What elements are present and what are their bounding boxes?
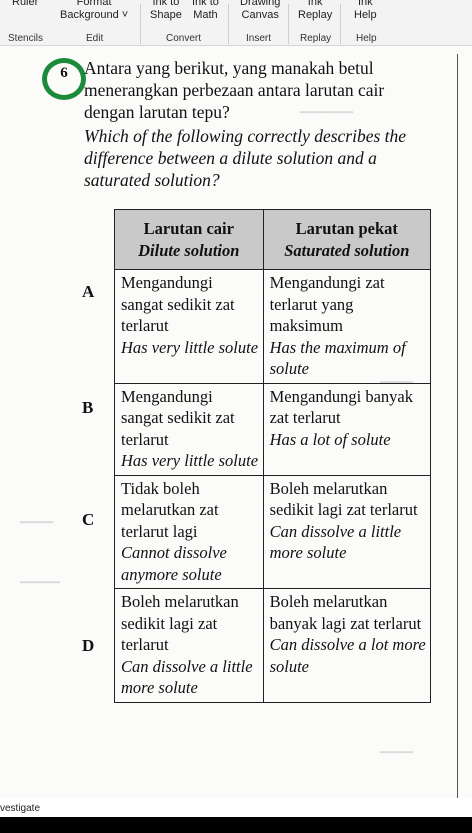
option-a-saturated: Mengandungi zat terlarut yang maksimum H…: [262, 269, 432, 384]
option-c-dilute: Tidak boleh melarutkan zat terlarut lagi…: [114, 474, 264, 589]
option-letter-d[interactable]: D: [82, 636, 94, 656]
question-number: 6: [42, 58, 86, 100]
drawing-canvas-button[interactable]: Drawing Canvas: [240, 0, 280, 22]
options-table: Larutan cair Dilute solution Larutan pek…: [114, 209, 432, 703]
ribbon-group-labels: Stencils Edit Convert Insert Replay Help: [0, 30, 472, 46]
group-stencils: Stencils: [8, 33, 44, 44]
option-letter-c[interactable]: C: [82, 510, 94, 530]
ribbon-toolbar: Ruler Format Background ˅ Ink to Shape I…: [0, 0, 472, 46]
table-row: Mengandungi sangat sedikit zat terlarut …: [114, 382, 432, 476]
cell-text-ms: Mengandungi banyak zat terlarut: [269, 386, 414, 428]
investigate-tooltip: vestigate: [0, 803, 41, 814]
option-a-dilute: Mengandungi sangat sedikit zat terlarut …: [114, 269, 264, 384]
group-convert: Convert: [166, 33, 202, 44]
question-text-malay: Antara yang berikut, yang manakah betul …: [84, 58, 385, 122]
format-background-button[interactable]: Format Background ˅: [60, 0, 128, 22]
cell-text-en: Has very little solute: [121, 451, 259, 470]
drawing-canvas-label-2: Canvas: [241, 9, 279, 21]
header-dilute-solution: Larutan cair Dilute solution: [114, 209, 264, 270]
option-letter-b[interactable]: B: [82, 398, 93, 418]
cell-text-en: Has very little solute: [121, 337, 259, 357]
cell-text-ms: Boleh melarutkan sedikit lagi zat terlar…: [269, 478, 418, 520]
option-d-saturated: Boleh melarutkan banyak lagi zat terlaru…: [262, 588, 432, 703]
group-edit: Edit: [86, 33, 104, 44]
option-d-dilute: Boleh melarutkan sedikit lagi zat terlar…: [114, 588, 264, 703]
ink-to-math-label-2: Math: [193, 9, 218, 21]
cell-text-en: Can dissolve a little more solute: [269, 521, 402, 563]
ink-to-shape-button[interactable]: Ink to Shape: [150, 0, 182, 22]
bleed-through-line: ━━━━━━: [20, 577, 60, 589]
cell-text-ms: Boleh melarutkan banyak lagi zat terlaru…: [269, 592, 422, 633]
option-c-saturated: Boleh melarutkan sedikit lagi zat terlar…: [262, 474, 432, 589]
table-row: Boleh melarutkan sedikit lagi zat terlar…: [114, 588, 432, 703]
ink-to-shape-label-1: Ink to: [152, 0, 180, 8]
ruler-button-label: Ruler: [12, 0, 39, 8]
header-text-ms: Larutan pekat: [295, 219, 398, 238]
ink-replay-label-2: Replay: [298, 9, 333, 21]
group-help: Help: [356, 33, 377, 44]
ink-help-label-1: Ink: [357, 0, 373, 8]
cell-text-ms: Tidak boleh melarutkan zat terlarut lagi: [121, 478, 219, 541]
format-background-label-2: Background ˅: [60, 9, 129, 21]
bleed-through-line: ━━━━━: [380, 747, 414, 759]
option-b-saturated: Mengandungi banyak zat terlarut Has a lo…: [262, 382, 432, 476]
drawing-canvas-label-1: Drawing: [240, 0, 281, 8]
header-text-en: Dilute solution: [138, 240, 240, 260]
bleed-through-line: ━━━━━: [20, 517, 54, 529]
table-header-row: Larutan cair Dilute solution Larutan pek…: [114, 209, 432, 270]
ink-help-label-2: Help: [354, 9, 377, 21]
header-text-en: Saturated solution: [284, 240, 410, 260]
table-row: Mengandungi sangat sedikit zat terlarut …: [114, 269, 432, 384]
ink-to-math-label-1: Ink to: [192, 0, 219, 8]
taskbar-strip: [0, 817, 472, 833]
option-letter-a[interactable]: A: [82, 282, 94, 302]
table-row: Tidak boleh melarutkan zat terlarut lagi…: [114, 474, 432, 589]
question-text-english: Which of the following correctly describ…: [84, 126, 407, 190]
ink-replay-label-1: Ink: [307, 0, 323, 8]
group-insert: Insert: [246, 33, 272, 44]
header-saturated-solution: Larutan pekat Saturated solution: [262, 209, 432, 270]
cell-text-en: Cannot dissolve anymore solute: [121, 543, 227, 584]
cell-text-en: Has the maximum of solute: [269, 337, 406, 379]
cell-text-ms: Mengandungi zat terlarut yang maksimum: [269, 273, 385, 335]
ink-help-button[interactable]: Ink Help: [354, 0, 377, 22]
cell-text-en: Can dissolve a lot more solute: [269, 635, 426, 676]
cell-text-en: Has a lot of solute: [269, 429, 391, 449]
ink-to-shape-label-2: Shape: [150, 9, 182, 21]
option-b-dilute: Mengandungi sangat sedikit zat terlarut …: [114, 382, 264, 476]
question-number-text: 6: [60, 65, 68, 81]
cell-text-ms: Mengandungi sangat sedikit zat terlarut: [121, 273, 235, 335]
ink-to-math-button[interactable]: Ink to Math: [192, 0, 219, 22]
group-replay: Replay: [300, 33, 332, 44]
format-background-label-1: Format: [76, 0, 112, 8]
ruler-button[interactable]: Ruler: [12, 0, 38, 9]
header-text-ms: Larutan cair: [143, 219, 234, 238]
cell-text-ms: Boleh melarutkan sedikit lagi zat terlar…: [121, 592, 239, 654]
cell-text-ms: Mengandungi sangat sedikit zat terlarut: [121, 386, 235, 449]
ink-replay-button[interactable]: Ink Replay: [298, 0, 332, 22]
page-margin-line: [457, 54, 458, 798]
document-page[interactable]: ━━━━━━━━ ━━━━━ ━━━━━━ ━━━━━ ━━━━━ 6 Anta…: [0, 46, 472, 798]
cell-text-en: Can dissolve a little more solute: [121, 656, 253, 698]
